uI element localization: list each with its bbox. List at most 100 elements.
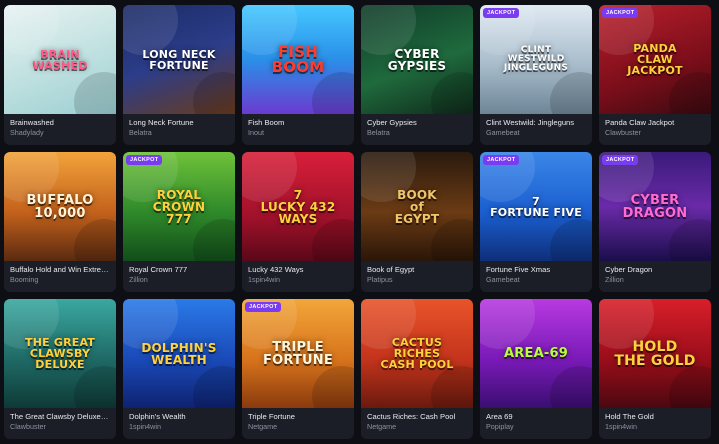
game-logo-text: BOOK of EGYPT — [394, 187, 440, 226]
game-meta: Triple Fortune Netgame — [242, 408, 354, 432]
game-meta: Panda Claw Jackpot Clawbuster — [599, 114, 711, 138]
thumbnail-glow — [193, 366, 235, 408]
game-card[interactable]: LONG NECK FORTUNE Long Neck Fortune Belatr… — [123, 5, 235, 145]
game-meta: Cyber Dragon Zillion — [599, 261, 711, 285]
game-thumbnail[interactable]: 7 FORTUNE FIVE JACKPOT — [480, 152, 592, 261]
game-logo-text: TRIPLE FORTUNE — [263, 339, 333, 368]
game-title: Long Neck Fortune — [129, 118, 194, 127]
game-thumbnail[interactable]: CYBER DRAGON JACKPOT — [599, 152, 711, 261]
game-title: Triple Fortune — [248, 412, 295, 421]
game-provider: Netgame — [248, 422, 278, 431]
game-meta: Clint Westwild: Jingleguns Gamebeat — [480, 114, 592, 138]
game-logo-text: ROYAL CROWN 777 — [152, 187, 206, 226]
game-card[interactable]: PANDA CLAW JACKPOT JACKPOT Panda Claw Jack… — [599, 5, 711, 145]
game-card[interactable]: HOLD THE GOLD Hold The Gold 1spin4win — [599, 299, 711, 439]
thumbnail-glow — [669, 366, 711, 408]
game-title: Hold The Gold — [605, 412, 654, 421]
game-title: Panda Claw Jackpot — [605, 118, 675, 127]
game-meta: Hold The Gold 1spin4win — [599, 408, 711, 432]
game-card[interactable]: CYBER DRAGON JACKPOT Cyber Dragon Zillion — [599, 152, 711, 292]
game-card[interactable]: CLINT WESTWILD JINGLEGUNS JACKPOT Clint We… — [480, 5, 592, 145]
game-title: Fish Boom — [248, 118, 285, 127]
game-title: Fortune Five Xmas — [486, 265, 551, 274]
game-thumbnail[interactable]: ROYAL CROWN 777 JACKPOT — [123, 152, 235, 261]
game-meta: Brainwashed Shadylady — [4, 114, 116, 138]
game-logo-text: HOLD THE GOLD — [614, 338, 696, 369]
thumbnail-glow — [74, 72, 116, 114]
game-card[interactable]: THE GREAT CLAWSBY DELUXE The Great Clawsb… — [4, 299, 116, 439]
game-logo-text: AREA-69 — [504, 346, 568, 361]
game-provider: Popiplay — [486, 422, 514, 431]
game-meta: The Great Clawsby Deluxe: Hold and WinCl… — [4, 408, 116, 432]
thumbnail-glow — [74, 219, 116, 261]
jackpot-badge: JACKPOT — [483, 155, 520, 165]
game-thumbnail[interactable]: CLINT WESTWILD JINGLEGUNS JACKPOT — [480, 5, 592, 114]
game-provider: Zillion — [129, 275, 148, 284]
game-meta: Book of Egypt Platipus — [361, 261, 473, 285]
game-card[interactable]: ROYAL CROWN 777 JACKPOT Royal Crown 777 Zil… — [123, 152, 235, 292]
thumbnail-glow — [74, 366, 116, 408]
game-thumbnail[interactable]: 7 LUCKY 432 WAYS — [242, 152, 354, 261]
game-thumbnail[interactable]: FISH BOOM — [242, 5, 354, 114]
game-thumbnail[interactable]: LONG NECK FORTUNE — [123, 5, 235, 114]
jackpot-badge: JACKPOT — [483, 8, 520, 18]
game-thumbnail[interactable]: BOOK of EGYPT — [361, 152, 473, 261]
thumbnail-glow — [550, 366, 592, 408]
thumbnail-glow — [550, 219, 592, 261]
jackpot-badge: JACKPOT — [602, 8, 639, 18]
game-card[interactable]: BRAIN WASHED Brainwashed Shadylady — [4, 5, 116, 145]
game-thumbnail[interactable]: DOLPHIN'S WEALTH — [123, 299, 235, 408]
game-card[interactable]: CACTUS RICHES CASH POOL Cactus Riches: Ca… — [361, 299, 473, 439]
game-logo-text: PANDA CLAW JACKPOT — [627, 42, 683, 77]
thumbnail-glow — [193, 219, 235, 261]
game-provider: Zillion — [605, 275, 624, 284]
game-meta: Fish Boom Inout — [242, 114, 354, 138]
game-provider: 1spin4win — [129, 422, 161, 431]
game-provider: Booming — [10, 275, 39, 284]
game-thumbnail[interactable]: HOLD THE GOLD — [599, 299, 711, 408]
game-provider: Platipus — [367, 275, 393, 284]
game-logo-text: FISH BOOM — [271, 42, 325, 76]
game-meta: Cactus Riches: Cash Pool Netgame — [361, 408, 473, 432]
game-title: Lucky 432 Ways — [248, 265, 304, 274]
game-logo-text: CYBER GYPSIES — [387, 46, 447, 73]
game-logo-text: BUFFALO 10,000 — [26, 192, 94, 221]
game-meta: Area 69 Popiplay — [480, 408, 592, 432]
game-title: Cyber Gypsies — [367, 118, 417, 127]
game-card[interactable]: FISH BOOM Fish Boom Inout — [242, 5, 354, 145]
game-title: Royal Crown 777 — [129, 265, 188, 274]
game-thumbnail[interactable]: THE GREAT CLAWSBY DELUXE — [4, 299, 116, 408]
thumbnail-glow — [669, 72, 711, 114]
game-card[interactable]: DOLPHIN'S WEALTH Dolphin's Wealth 1spin4wi… — [123, 299, 235, 439]
jackpot-badge: JACKPOT — [602, 155, 639, 165]
game-card[interactable]: TRIPLE FORTUNE JACKPOT Triple Fortune Netga… — [242, 299, 354, 439]
game-title: The Great Clawsby Deluxe: Hold and Win — [10, 412, 110, 421]
game-title: Book of Egypt — [367, 265, 415, 274]
game-card[interactable]: CYBER GYPSIES Cyber Gypsies Belatra — [361, 5, 473, 145]
game-thumbnail[interactable]: CYBER GYPSIES — [361, 5, 473, 114]
game-thumbnail[interactable]: AREA-69 — [480, 299, 592, 408]
game-title: Clint Westwild: Jingleguns — [486, 118, 575, 127]
game-card[interactable]: BOOK of EGYPT Book of Egypt Platipus — [361, 152, 473, 292]
game-title: Brainwashed — [10, 118, 54, 127]
game-thumbnail[interactable]: BRAIN WASHED — [4, 5, 116, 114]
game-card[interactable]: AREA-69 Area 69 Popiplay — [480, 299, 592, 439]
game-provider: 1spin4win — [248, 275, 280, 284]
game-card[interactable]: BUFFALO 10,000 Buffalo Hold and Win Extre… — [4, 152, 116, 292]
game-logo-text: BRAIN WASHED — [32, 47, 88, 72]
game-grid: BRAIN WASHED Brainwashed Shadylady LONG NEC… — [4, 5, 711, 439]
game-card[interactable]: 7 LUCKY 432 WAYS Lucky 432 Ways 1spin4win — [242, 152, 354, 292]
game-card[interactable]: 7 FORTUNE FIVE JACKPOT Fortune Five Xmas Ga… — [480, 152, 592, 292]
game-title: Cyber Dragon — [605, 265, 653, 274]
game-thumbnail[interactable]: BUFFALO 10,000 — [4, 152, 116, 261]
game-thumbnail[interactable]: PANDA CLAW JACKPOT JACKPOT — [599, 5, 711, 114]
thumbnail-glow — [312, 366, 354, 408]
game-provider: Gamebeat — [486, 128, 520, 137]
game-provider: Clawbuster — [10, 422, 46, 431]
game-logo-text: THE GREAT CLAWSBY DELUXE — [24, 336, 96, 371]
game-provider: Gamebeat — [486, 275, 520, 284]
game-logo-text: 7 LUCKY 432 WAYS — [260, 187, 336, 226]
game-thumbnail[interactable]: TRIPLE FORTUNE JACKPOT — [242, 299, 354, 408]
game-thumbnail[interactable]: CACTUS RICHES CASH POOL — [361, 299, 473, 408]
game-logo-text: CLINT WESTWILD JINGLEGUNS — [503, 45, 569, 73]
